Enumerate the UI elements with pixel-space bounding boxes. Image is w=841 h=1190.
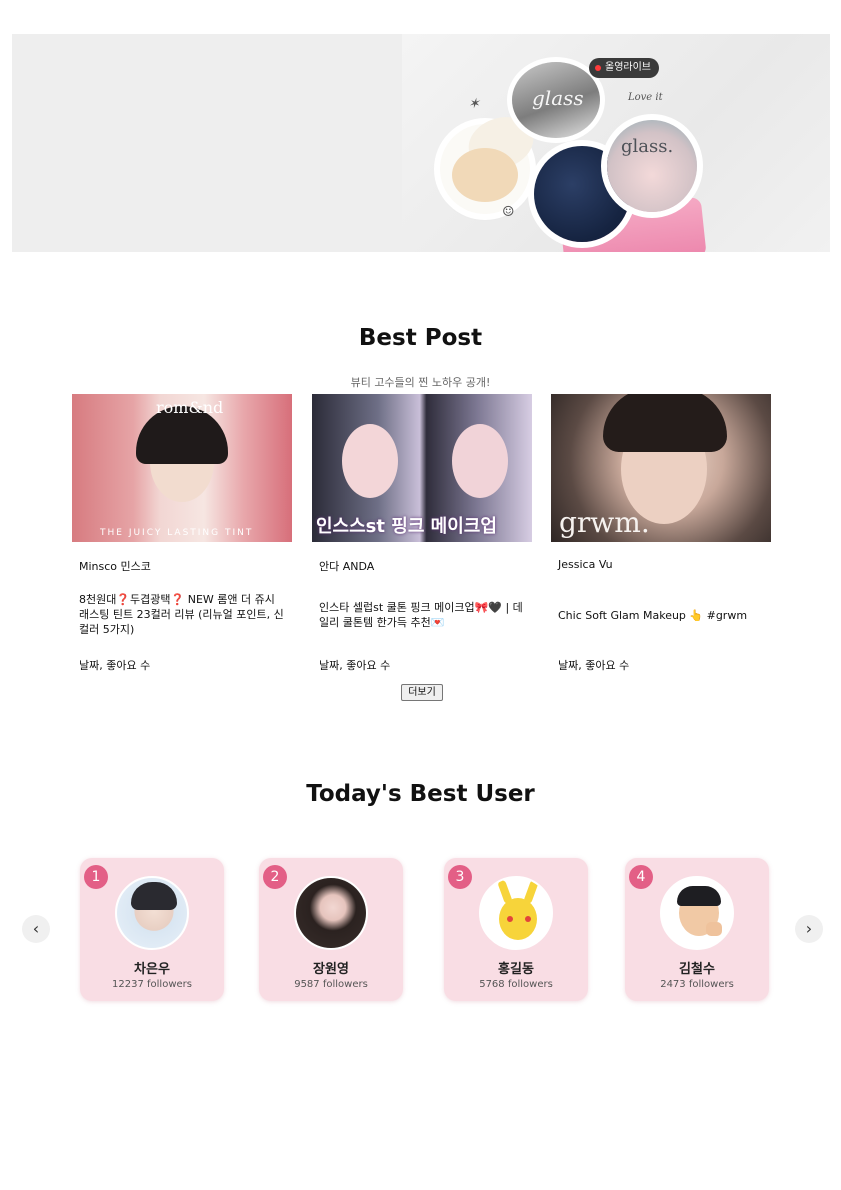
post-card[interactable]: rom&nd THE JUICY LASTING TINT Minsco 민스코… (72, 394, 292, 672)
live-badge[interactable]: 올영라이브 (589, 58, 659, 78)
more-button[interactable]: 더보기 (401, 684, 443, 701)
post-meta: 날짜, 좋아요 수 (558, 659, 630, 672)
post-meta: 날짜, 좋아요 수 (319, 659, 391, 672)
post-title[interactable]: 8천원대❓두겹광택❓ NEW 롬앤 더 쥬시 래스팅 틴트 23컬러 리뷰 (리… (79, 592, 284, 637)
user-name[interactable]: 김철수 (625, 958, 769, 977)
rank-badge: 2 (263, 865, 287, 889)
cushion-compact-pink: glass. (607, 120, 697, 212)
follower-count: 2473 followers (660, 979, 734, 990)
banner-scribble: Love it (628, 92, 663, 103)
prev-arrow-icon[interactable]: ‹ (22, 915, 50, 943)
next-arrow-icon[interactable]: › (795, 915, 823, 943)
best-post-title: Best Post (358, 325, 483, 351)
avatar[interactable] (660, 876, 734, 950)
cushion-compact-beige (440, 109, 541, 214)
post-title[interactable]: 인스타 셀럽st 쿨톤 핑크 메이크업🎀🖤 | 데일리 쿨톤템 한가득 추천💌 (319, 600, 524, 630)
follower-count: 5768 followers (479, 979, 553, 990)
avatar[interactable] (294, 876, 368, 950)
user-card[interactable]: 2 장원영 9587 followers (259, 858, 403, 1001)
user-card[interactable]: 4 김철수 2473 followers (625, 858, 769, 1001)
best-post-subtitle: 뷰티 고수들의 찐 노하우 공개! (350, 376, 491, 389)
post-author[interactable]: Jessica Vu (558, 558, 613, 571)
post-card[interactable]: grwm. Jessica Vu Chic Soft Glam Makeup 👆… (551, 394, 771, 672)
follower-count: 9587 followers (294, 979, 368, 990)
post-card[interactable]: 인스스st 핑크 메이크업 안다 ANDA 인스타 셀럽st 쿨톤 핑크 메이크… (312, 394, 532, 672)
rank-badge: 4 (629, 865, 653, 889)
sparkle-icon: ✶ (468, 96, 480, 112)
post-author[interactable]: 안다 ANDA (319, 558, 374, 574)
user-card[interactable]: 3 홍길동 5768 followers (444, 858, 588, 1001)
hero-banner[interactable]: glass glass. Love it ✶ ☺ 올영라이브 (12, 34, 830, 252)
rank-badge: 3 (448, 865, 472, 889)
user-name[interactable]: 홍길동 (444, 958, 588, 977)
user-name[interactable]: 장원영 (259, 958, 403, 977)
rank-badge: 1 (84, 865, 108, 889)
banner-product-image: glass glass. Love it ✶ ☺ 올영라이브 (402, 34, 830, 252)
cushion-compact-silver: glass (512, 62, 600, 138)
post-thumbnail[interactable]: grwm. (551, 394, 771, 542)
post-author[interactable]: Minsco 민스코 (79, 558, 151, 574)
post-title[interactable]: Chic Soft Glam Makeup 👆 #grwm (558, 608, 763, 623)
smiley-icon: ☺ (502, 204, 515, 220)
post-thumbnail[interactable]: rom&nd THE JUICY LASTING TINT (72, 394, 292, 542)
user-card[interactable]: 1 차은우 12237 followers (80, 858, 224, 1001)
avatar[interactable] (479, 876, 553, 950)
best-user-title: Today's Best User (306, 781, 535, 807)
avatar[interactable] (115, 876, 189, 950)
post-meta: 날짜, 좋아요 수 (79, 659, 151, 672)
post-thumbnail[interactable]: 인스스st 핑크 메이크업 (312, 394, 532, 542)
follower-count: 12237 followers (112, 979, 192, 990)
user-name[interactable]: 차은우 (80, 958, 224, 977)
